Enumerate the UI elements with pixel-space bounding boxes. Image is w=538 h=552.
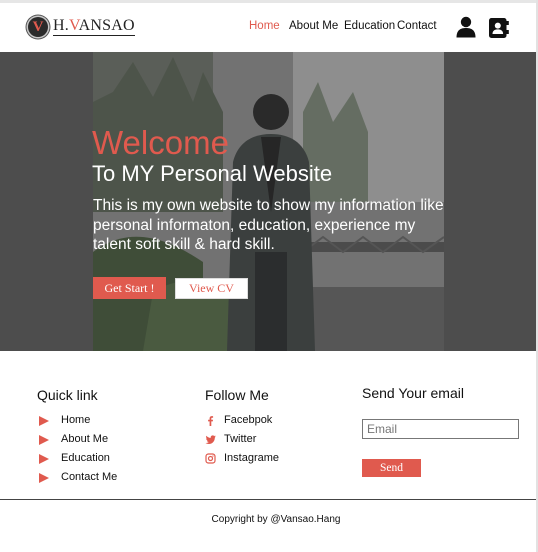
logo-letter: V [32,18,44,35]
facebook-icon [208,416,214,426]
logo-name-rest: ANSAO [78,17,135,34]
follow-label: Twitter [224,433,257,445]
email-input[interactable] [362,419,519,439]
hero-description: This is my own website to show my inform… [93,197,444,253]
quick-link-label: Contact Me [61,471,118,483]
quick-link-label: Home [61,414,91,426]
send-email-title: Send Your email [362,385,464,401]
nav-item-about: About Me [289,20,338,32]
follow-me-title: Follow Me [205,387,269,403]
nav-link-about[interactable]: About Me [289,20,338,32]
play-triangle-icon [39,435,49,445]
nav-item-home: Home [249,20,280,32]
quick-link-title: Quick link [37,387,98,403]
logo-text: H.VANSAO [53,18,135,36]
quick-link-about[interactable]: About Me [38,433,117,452]
get-start-button[interactable]: Get Start ! [93,277,166,299]
logo-name-prefix: H. [53,17,69,34]
logo-name-accent: V [68,17,79,34]
nav-item-education: Education [344,20,395,32]
nav-item-contact: Contact [397,20,437,32]
nav-link-education[interactable]: Education [344,20,395,32]
play-triangle-icon [39,416,49,426]
quick-link-label: About Me [61,433,109,445]
play-triangle-icon [39,454,49,464]
contact-book-icon[interactable] [488,17,509,39]
quick-link-contact[interactable]: Contact Me [38,471,117,490]
footer-divider [0,499,536,500]
hero-title: Welcome [92,124,229,161]
logo-badge: V [28,17,48,37]
copyright-text: Copyright by @Vansao.Hang [211,514,341,525]
send-button[interactable]: Send [362,459,421,477]
hero-subtitle: To MY Personal Website [92,161,333,186]
play-triangle-icon [39,473,49,483]
quick-link-label: Education [61,452,110,464]
view-cv-button[interactable]: View CV [175,278,248,299]
follow-label: Instagrame [224,452,280,464]
nav-link-home[interactable]: Home [249,20,280,32]
follow-instagram[interactable]: Instagrame [205,452,279,471]
nav-link-contact[interactable]: Contact [397,20,437,32]
site-header: V H.VANSAO Home About Me Education Conta… [0,3,536,53]
quick-link-home[interactable]: Home [38,414,117,433]
hero-section: Welcome To MY Personal Website This is m… [0,52,536,351]
follow-label: Facebpok [224,414,273,426]
follow-twitter[interactable]: Twitter [205,433,279,452]
logo[interactable]: V H.VANSAO [28,17,135,37]
twitter-icon [205,435,216,444]
follow-me-list: Facebpok Twitter Instagrame [205,414,279,471]
quick-link-list: Home About Me Education Contact Me [38,414,117,490]
user-icon[interactable] [456,16,476,38]
instagram-icon [205,453,216,464]
quick-link-education[interactable]: Education [38,452,117,471]
follow-facebook[interactable]: Facebpok [205,414,279,433]
